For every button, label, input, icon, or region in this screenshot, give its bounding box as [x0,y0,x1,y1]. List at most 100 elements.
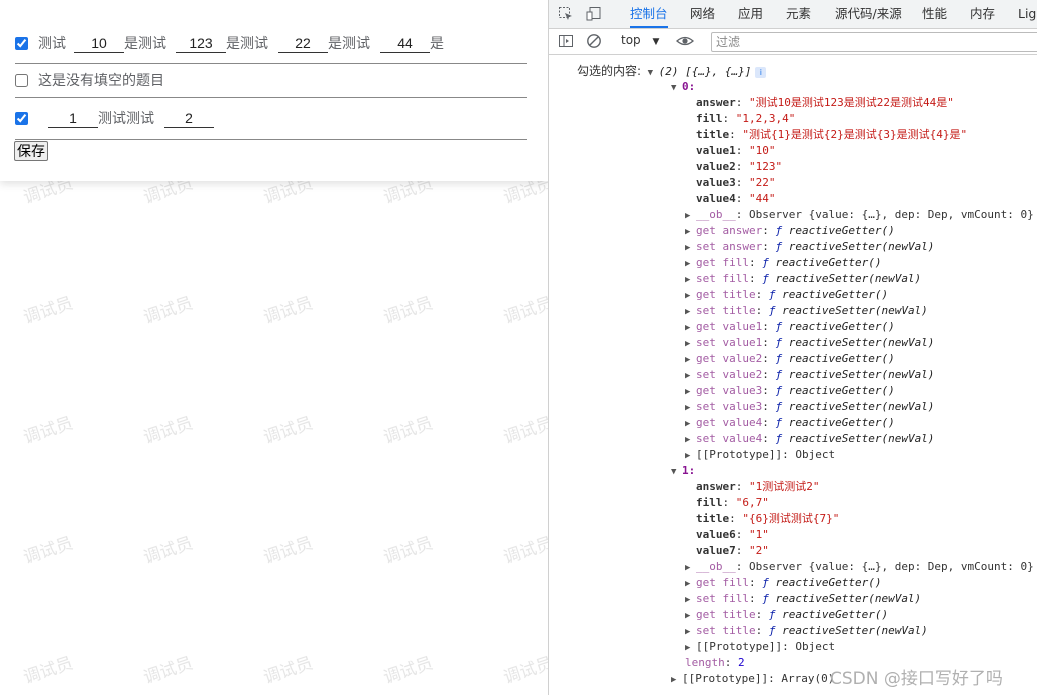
question-1-text-4: 是测试 [328,35,370,51]
getter-key: get fill [696,576,749,589]
property-fill[interactable]: fill: "6,7" [696,495,769,511]
live-expression-eye-icon[interactable] [676,33,694,49]
property-value6[interactable]: value6: "1" [696,527,769,543]
setter-title[interactable]: ▶ set title: ƒ reactiveSetter(newVal) [685,303,928,319]
watermark-text: 调试员 [260,293,316,329]
property-title[interactable]: title: "{6}测试测试{7}" [696,511,839,527]
property-title[interactable]: title: "测试{1}是测试{2}是测试{3}是测试{4}是" [696,127,967,143]
setter-value2[interactable]: ▶ set value2: ƒ reactiveSetter(newVal) [685,367,934,383]
setter-value1[interactable]: ▶ set value1: ƒ reactiveSetter(newVal) [685,335,934,351]
colon: : [748,576,763,589]
question-row-3: 1 测试测试 2 [15,103,527,133]
setter-title[interactable]: ▶ set title: ƒ reactiveSetter(newVal) [685,623,928,639]
question-3-checkbox[interactable] [15,111,28,125]
getter-value3[interactable]: ▶ get value3: ƒ reactiveGetter() [685,383,895,399]
setter-fill[interactable]: ▶ set fill: ƒ reactiveSetter(newVal) [685,271,921,287]
prototype-line[interactable]: ▶ [[Prototype]]: Object [685,639,835,655]
divider [15,139,527,140]
colon: : [724,656,738,669]
getter-title[interactable]: ▶ get title: ƒ reactiveGetter() [685,607,888,623]
getter-fill[interactable]: ▶ get fill: ƒ reactiveGetter() [685,255,881,271]
device-toolbar-icon[interactable] [586,6,602,22]
question-2-checkbox[interactable] [15,73,28,87]
csdn-watermark: CSDN @接口写好了吗 [830,669,1003,689]
property-value3[interactable]: value3: "22" [696,175,776,191]
tab-elements[interactable]: 元素 [786,0,811,28]
property-ob[interactable]: ▶ __ob__: Observer {value: {…}, dep: Dep,… [685,207,1034,223]
property-value4[interactable]: value4: "44" [696,191,776,207]
getter-fn: reactiveGetter() [775,576,882,589]
getter-title[interactable]: ▶ get title: ƒ reactiveGetter() [685,287,888,303]
getter-value1[interactable]: ▶ get value1: ƒ reactiveGetter() [685,319,895,335]
length-value: 2 [738,656,745,669]
property-fill[interactable]: fill: "1,2,3,4" [696,111,795,127]
tab-lighthouse[interactable]: Ligh [1018,0,1037,28]
collapsed-triangle-icon: ▶ [685,339,691,349]
property-answer[interactable]: answer: "1测试测试2" [696,479,820,495]
getter-fill[interactable]: ▶ get fill: ƒ reactiveGetter() [685,575,881,591]
setter-key: set title [696,624,756,637]
getter-value2[interactable]: ▶ get value2: ƒ reactiveGetter() [685,351,895,367]
getter-value4[interactable]: ▶ get value4: ƒ reactiveGetter() [685,415,895,431]
getter-fn: reactiveGetter() [788,384,895,397]
question-row-1: 测试 10 是测试 123 是测试 22 是测试 44 是 [15,28,527,58]
colon: : [735,480,749,493]
function-symbol: ƒ [775,336,789,349]
question-1-blank-4[interactable]: 44 [380,34,430,53]
observer-value: Observer {value: {…}, dep: Dep, vmCount:… [749,560,1034,573]
setter-fill[interactable]: ▶ set fill: ƒ reactiveSetter(newVal) [685,591,921,607]
divider [15,63,527,64]
tab-application[interactable]: 应用 [738,0,763,28]
item-1-header[interactable]: ▼ 1: [671,463,695,479]
question-1-blank-3[interactable]: 22 [278,34,328,53]
collapsed-triangle-icon: ▶ [685,275,691,285]
collapsed-triangle-icon: ▶ [685,451,691,461]
sidebar-toggle-icon[interactable] [558,33,574,49]
tab-memory[interactable]: 内存 [970,0,995,28]
setter-value4[interactable]: ▶ set value4: ƒ reactiveSetter(newVal) [685,431,934,447]
item-0-header[interactable]: ▼ 0: [671,79,695,95]
setter-answer[interactable]: ▶ set answer: ƒ reactiveSetter(newVal) [685,239,934,255]
question-1-checkbox[interactable] [15,36,28,50]
inspect-element-icon[interactable] [558,6,574,22]
length-line[interactable]: length: 2 [685,655,745,671]
collapsed-triangle-icon: ▶ [671,675,677,685]
getter-fn: reactiveGetter() [775,256,882,269]
clear-console-icon[interactable] [586,33,602,49]
setter-key: set value1 [696,336,763,349]
collapsed-triangle-icon: ▶ [685,595,691,605]
question-3-text: 测试测试 [98,110,154,126]
context-selector-value: top [621,33,641,47]
property-key: answer [696,480,736,493]
save-button[interactable]: 保存 [14,141,48,161]
question-1-blank-2[interactable]: 123 [176,34,226,53]
tab-network[interactable]: 网络 [690,0,715,28]
tab-sources[interactable]: 源代码/来源 [835,0,902,28]
console-filter-input[interactable]: 过滤 [711,32,1037,52]
divider [15,97,527,98]
collapsed-triangle-icon: ▶ [685,307,691,317]
property-answer[interactable]: answer: "测试10是测试123是测试22是测试44是" [696,95,954,111]
property-key: value6 [696,528,736,541]
array-prototype-line[interactable]: ▶ [[Prototype]]: Array(0) [671,671,834,687]
question-3-blank-1[interactable]: 1 [48,109,98,128]
property-value7[interactable]: value7: "2" [696,543,769,559]
tab-console[interactable]: 控制台 [630,0,668,28]
watermark-text: 调试员 [20,533,76,569]
colon: : [748,272,763,285]
prototype-line[interactable]: ▶ [[Prototype]]: Object [685,447,835,463]
console-log-entry[interactable]: 勾选的内容: ▼ (2) [{…}, {…}] i [577,63,767,79]
function-symbol: ƒ [762,592,776,605]
setter-fn: reactiveSetter(newVal) [782,624,928,637]
setter-value3[interactable]: ▶ set value3: ƒ reactiveSetter(newVal) [685,399,934,415]
function-symbol: ƒ [775,384,789,397]
property-ob[interactable]: ▶ __ob__: Observer {value: {…}, dep: Dep,… [685,559,1034,575]
getter-answer[interactable]: ▶ get answer: ƒ reactiveGetter() [685,223,895,239]
property-value2[interactable]: value2: "123" [696,159,782,175]
context-selector[interactable]: top ▼ [621,33,659,47]
property-value1[interactable]: value1: "10" [696,143,776,159]
question-3-blank-2[interactable]: 2 [164,109,214,128]
colon: : [729,512,743,525]
question-1-blank-1[interactable]: 10 [74,34,124,53]
tab-performance[interactable]: 性能 [922,0,947,28]
